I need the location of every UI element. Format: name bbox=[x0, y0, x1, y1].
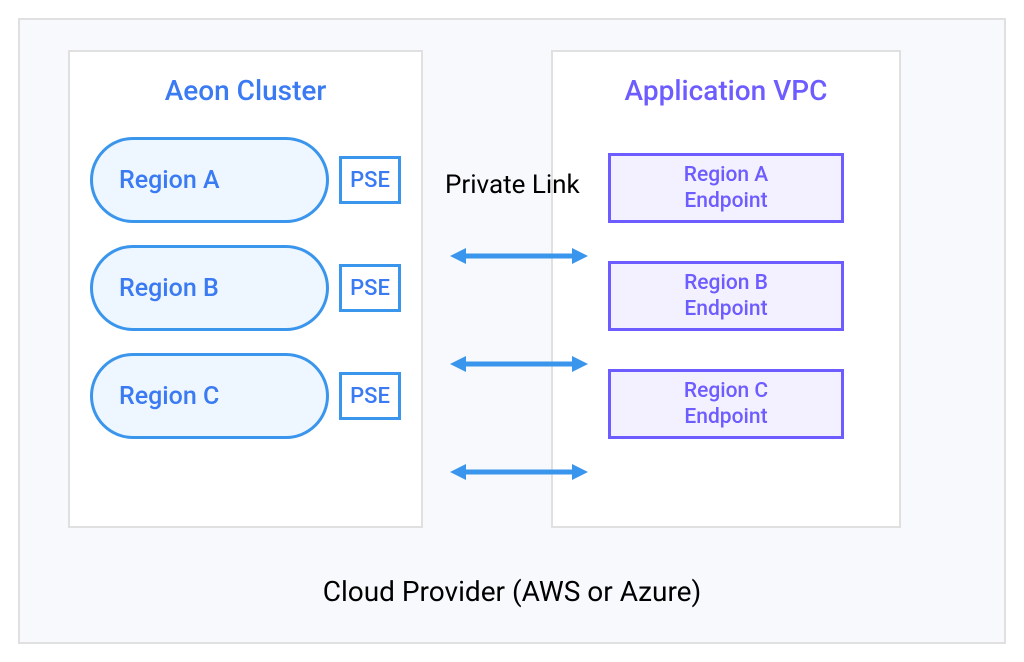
vpc-title: Application VPC bbox=[573, 74, 879, 107]
pse-box-c: PSE bbox=[339, 372, 401, 420]
application-vpc-panel: Application VPC Region AEndpoint Region … bbox=[551, 50, 901, 528]
endpoint-box-a: Region AEndpoint bbox=[608, 153, 844, 223]
vpc-rows: Region AEndpoint Region BEndpoint Region… bbox=[573, 145, 879, 447]
cluster-row: Region B PSE bbox=[90, 245, 401, 331]
pse-box-a: PSE bbox=[339, 156, 401, 204]
endpoint-box-c: Region CEndpoint bbox=[608, 369, 844, 439]
aeon-cluster-panel: Aeon Cluster Region A PSE Region B PSE R… bbox=[68, 50, 423, 528]
cluster-rows: Region A PSE Region B PSE Region C PSE bbox=[90, 137, 401, 439]
vpc-row: Region CEndpoint bbox=[573, 361, 879, 447]
private-link-label: Private Link bbox=[445, 170, 580, 200]
vpc-row: Region AEndpoint bbox=[573, 145, 879, 231]
cluster-row: Region A PSE bbox=[90, 137, 401, 223]
region-pill-c: Region C bbox=[90, 353, 329, 439]
vpc-row: Region BEndpoint bbox=[573, 253, 879, 339]
region-pill-a: Region A bbox=[90, 137, 329, 223]
region-pill-b: Region B bbox=[90, 245, 329, 331]
diagram-columns: Aeon Cluster Region A PSE Region B PSE R… bbox=[68, 50, 956, 528]
pse-box-b: PSE bbox=[339, 264, 401, 312]
bidirectional-arrow-icon bbox=[450, 247, 588, 265]
cluster-row: Region C PSE bbox=[90, 353, 401, 439]
cluster-title: Aeon Cluster bbox=[90, 74, 401, 107]
endpoint-box-b: Region BEndpoint bbox=[608, 261, 844, 331]
bidirectional-arrow-icon bbox=[450, 463, 588, 481]
cloud-provider-container: Aeon Cluster Region A PSE Region B PSE R… bbox=[18, 18, 1006, 644]
cloud-provider-label: Cloud Provider (AWS or Azure) bbox=[20, 575, 1004, 608]
bidirectional-arrow-icon bbox=[450, 355, 588, 373]
